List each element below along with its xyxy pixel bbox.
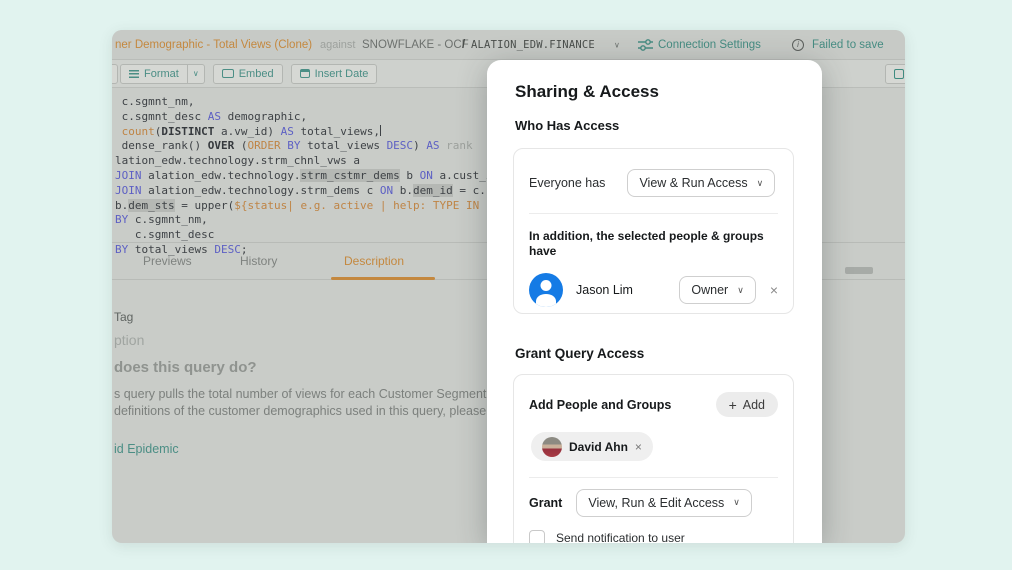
in-addition-note: In addition, the selected people & group… xyxy=(529,229,764,258)
divider xyxy=(529,476,778,478)
description-body-line2: definitions of the customer demographics… xyxy=(114,404,523,418)
embed-icon xyxy=(221,69,234,78)
description-link[interactable]: id Epidemic xyxy=(114,442,179,456)
person-role-dropdown[interactable]: Owner ∨ xyxy=(679,276,756,304)
partial-button-icon xyxy=(894,69,904,79)
who-has-access-card: Everyone has View & Run Access ∨ In addi… xyxy=(513,148,794,314)
person-role-value: Owner xyxy=(691,283,729,297)
plus-icon: + xyxy=(728,396,737,413)
grant-query-access-heading: Grant Query Access xyxy=(515,346,645,361)
modal-title: Sharing & Access xyxy=(515,82,659,101)
person-name: Jason Lim xyxy=(576,283,633,297)
user-avatar xyxy=(529,273,563,307)
schema-selector[interactable]: ALATION_EDW.FINANCE xyxy=(471,39,595,51)
grant-access-card: Add People and Groups + Add David Ahn × … xyxy=(513,374,794,543)
grant-access-dropdown[interactable]: View, Run & Edit Access ∨ xyxy=(576,488,752,517)
format-button-label: Format xyxy=(144,67,179,80)
description-placeholder[interactable]: ption xyxy=(114,332,144,348)
everyone-access-row: Everyone has View & Run Access ∨ xyxy=(514,149,793,197)
embed-button-label: Embed xyxy=(238,67,274,80)
description-heading: does this query do? xyxy=(114,359,257,376)
chevron-down-icon: ∨ xyxy=(733,497,740,507)
against-label: against xyxy=(320,38,356,51)
send-notification-checkbox[interactable] xyxy=(529,529,545,543)
grant-access-value: View, Run & Edit Access xyxy=(588,495,725,510)
active-tab-underline xyxy=(331,277,435,280)
sharing-access-modal: Sharing & Access Who Has Access Everyone… xyxy=(487,60,822,543)
add-button[interactable]: + Add xyxy=(715,392,778,417)
remove-person-icon[interactable]: × xyxy=(770,283,778,297)
add-people-label: Add People and Groups xyxy=(529,397,672,412)
partial-button-right[interactable] xyxy=(885,64,905,84)
save-status: Failed to save xyxy=(812,38,884,51)
calendar-icon xyxy=(299,69,310,78)
insert-date-button-label: Insert Date xyxy=(314,67,369,80)
format-button[interactable]: Format xyxy=(120,63,188,84)
chevron-down-icon: ∨ xyxy=(737,284,744,295)
connection-sliders-icon xyxy=(638,38,653,51)
chevron-down-icon: ∨ xyxy=(756,177,764,188)
format-dropdown-caret[interactable]: ∨ xyxy=(187,63,205,84)
partial-button-left[interactable] xyxy=(112,63,118,84)
chip-avatar xyxy=(542,436,562,457)
notification-row: Send notification to user xyxy=(529,529,778,544)
datasource-name: SNOWFLAKE - OCF xyxy=(362,38,469,51)
send-notification-label: Send notification to user xyxy=(556,530,685,544)
format-icon xyxy=(129,69,139,78)
path-separator: / xyxy=(462,38,466,51)
grant-row: Grant View, Run & Edit Access ∨ xyxy=(529,488,778,517)
person-row: Jason Lim Owner ∨ × xyxy=(529,273,778,307)
query-topbar: ner Demographic - Total Views (Clone) ag… xyxy=(112,30,905,60)
drag-handle-icon xyxy=(845,267,873,274)
tab-description[interactable]: Description xyxy=(344,254,404,268)
add-people-row: Add People and Groups + Add xyxy=(514,375,793,417)
chevron-down-icon: ∨ xyxy=(192,69,199,78)
remove-chip-icon[interactable]: × xyxy=(635,440,642,454)
everyone-access-value: View & Run Access xyxy=(639,176,748,190)
embed-button[interactable]: Embed xyxy=(212,63,283,84)
add-button-label: Add xyxy=(742,397,765,412)
everyone-access-dropdown[interactable]: View & Run Access ∨ xyxy=(627,169,776,197)
description-body-line1: s query pulls the total number of views … xyxy=(114,387,525,401)
tab-history[interactable]: History xyxy=(240,254,277,268)
tag-label[interactable]: Tag xyxy=(114,310,133,324)
selected-person-chip[interactable]: David Ahn × xyxy=(531,432,653,461)
tab-previews[interactable]: Previews xyxy=(143,254,192,268)
who-has-access-heading: Who Has Access xyxy=(515,118,620,133)
grant-label: Grant xyxy=(529,495,563,510)
info-icon[interactable]: i xyxy=(792,38,804,51)
query-title: ner Demographic - Total Views (Clone) xyxy=(115,38,313,51)
connection-settings-link[interactable]: Connection Settings xyxy=(658,39,761,51)
app-window: ner Demographic - Total Views (Clone) ag… xyxy=(112,30,905,543)
insert-date-button[interactable]: Insert Date xyxy=(290,63,378,84)
everyone-has-label: Everyone has xyxy=(529,176,606,190)
chevron-down-icon[interactable]: ∨ xyxy=(614,40,620,49)
chip-name: David Ahn xyxy=(569,439,628,454)
divider xyxy=(529,213,778,214)
